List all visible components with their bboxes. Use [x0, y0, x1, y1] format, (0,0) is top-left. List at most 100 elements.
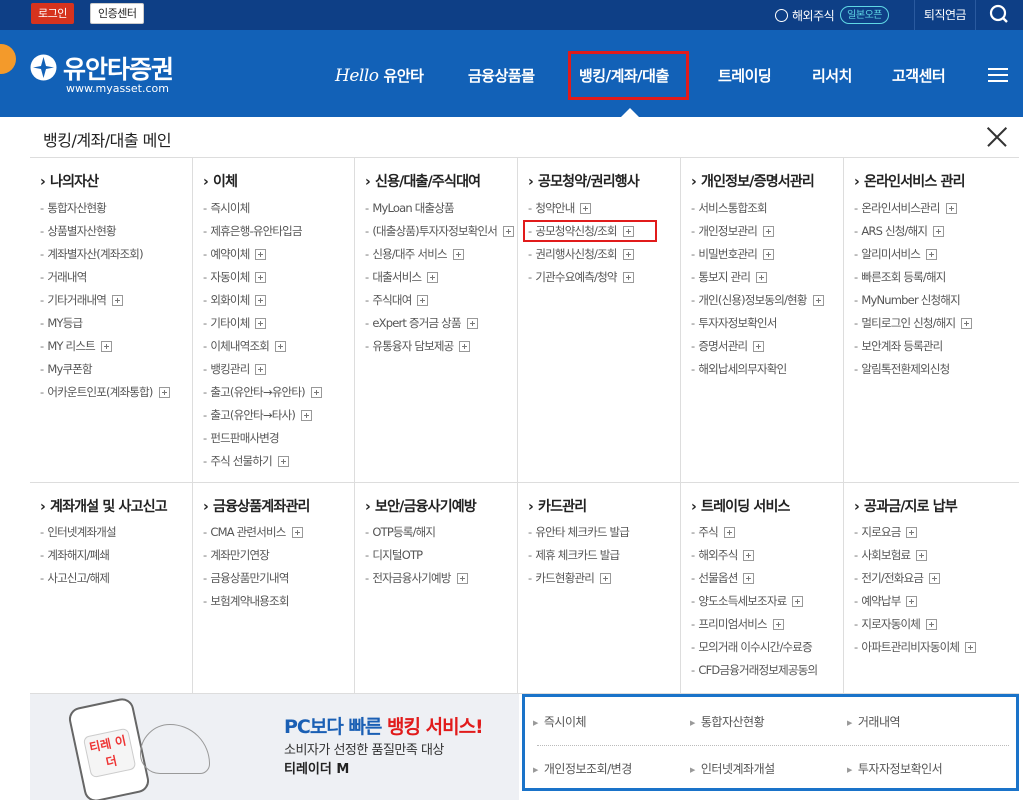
expand-plus-icon[interactable]: [580, 202, 592, 214]
menu-item[interactable]: 신용/대주 서비스: [365, 245, 464, 263]
menu-column-heading[interactable]: 계좌개설 및 사고신고: [40, 496, 168, 516]
expand-plus-icon[interactable]: [417, 294, 429, 306]
expand-plus-icon[interactable]: [310, 386, 322, 398]
quick-link-personal-info[interactable]: 개인정보조회/변경: [533, 760, 632, 777]
expand-plus-icon[interactable]: [753, 340, 765, 352]
menu-item[interactable]: 알림톡전환제외신청: [854, 360, 950, 378]
expand-plus-icon[interactable]: [723, 526, 735, 538]
menu-item[interactable]: 권리행사신청/조회: [528, 245, 634, 263]
expand-plus-icon[interactable]: [255, 294, 267, 306]
menu-item[interactable]: 자동이체: [203, 268, 267, 286]
menu-item[interactable]: 주식대여: [365, 291, 429, 309]
expand-plus-icon[interactable]: [100, 340, 112, 352]
menu-item[interactable]: 외화이체: [203, 291, 267, 309]
menu-column-heading[interactable]: 나의자산: [40, 171, 99, 191]
menu-item[interactable]: 뱅킹관리: [203, 360, 267, 378]
quick-link-transfer[interactable]: 즉시이체: [533, 713, 587, 730]
menu-item[interactable]: 통보지 관리: [691, 268, 768, 286]
menu-item[interactable]: 제휴은행-유안타입금: [203, 222, 302, 240]
menu-item[interactable]: 사회보험료: [854, 546, 928, 564]
overseas-stock-link[interactable]: 해외주식 일본오픈: [775, 4, 889, 26]
menu-column-heading[interactable]: 신용/대출/주식대여: [365, 171, 481, 191]
close-icon[interactable]: [986, 126, 1008, 148]
menu-item[interactable]: 주식 선물하기: [203, 452, 289, 470]
menu-item[interactable]: 주식: [691, 523, 735, 541]
menu-item[interactable]: CFD금융거래정보제공동의: [691, 661, 818, 679]
expand-plus-icon[interactable]: [622, 248, 634, 260]
menu-item[interactable]: 대출서비스: [365, 268, 439, 286]
menu-item[interactable]: 양도소득세보조자료: [691, 592, 804, 610]
expand-plus-icon[interactable]: [933, 225, 945, 237]
menu-item[interactable]: CMA 관련서비스: [203, 523, 303, 541]
menu-item[interactable]: (대출상품)투자자정보확인서: [365, 222, 515, 240]
quick-link-assets[interactable]: 통합자산현황: [690, 713, 765, 730]
menu-item[interactable]: MyNumber 신청해지: [854, 291, 960, 309]
menu-item[interactable]: 비밀번호관리: [691, 245, 775, 263]
quick-link-investor-info[interactable]: 투자자정보확인서: [847, 760, 943, 777]
nav-research[interactable]: 리서치: [812, 65, 852, 86]
quick-link-open-account[interactable]: 인터넷계좌개설: [690, 760, 775, 777]
menu-item[interactable]: 제휴 체크카드 발급: [528, 546, 620, 564]
expand-plus-icon[interactable]: [906, 526, 918, 538]
expand-plus-icon[interactable]: [743, 549, 755, 561]
menu-column-heading[interactable]: 트레이딩 서비스: [691, 496, 790, 516]
menu-item[interactable]: 개인정보관리: [691, 222, 775, 240]
menu-item[interactable]: 계좌해지/폐쇄: [40, 546, 110, 564]
panel-title[interactable]: 뱅킹/계좌/대출 메인: [43, 127, 172, 151]
menu-item[interactable]: 보험계약내용조회: [203, 592, 289, 610]
expand-plus-icon[interactable]: [466, 317, 478, 329]
menu-item[interactable]: 인터넷계좌개설: [40, 523, 116, 541]
expand-plus-icon[interactable]: [929, 572, 941, 584]
hamburger-menu-icon[interactable]: [988, 68, 1008, 82]
menu-item[interactable]: 계좌만기연장: [203, 546, 269, 564]
search-button[interactable]: [976, 0, 1023, 30]
nav-trading[interactable]: 트레이딩: [718, 65, 772, 86]
menu-item[interactable]: 통합자산현황: [40, 199, 106, 217]
menu-item[interactable]: 해외납세의무자확인: [691, 360, 787, 378]
expand-plus-icon[interactable]: [255, 248, 267, 260]
menu-item[interactable]: 유통융자 담보제공: [365, 337, 471, 355]
menu-item[interactable]: 디지털OTP: [365, 546, 423, 564]
menu-item[interactable]: 금융상품만기내역: [203, 569, 289, 587]
promo-banner[interactable]: 티레 이더 PC보다 빠른 뱅킹 서비스! 소비자가 선정한 품질만족 대상 티…: [30, 694, 519, 800]
menu-item[interactable]: My쿠폰함: [40, 360, 92, 378]
menu-item[interactable]: 개인(신용)정보동의/현황: [691, 291, 824, 309]
cert-center-button[interactable]: 인증센터: [90, 3, 145, 24]
expand-plus-icon[interactable]: [459, 340, 471, 352]
menu-item[interactable]: 예약이체: [203, 245, 267, 263]
expand-plus-icon[interactable]: [158, 386, 170, 398]
menu-item[interactable]: 빠른조회 등록/해지: [854, 268, 946, 286]
expand-plus-icon[interactable]: [763, 248, 775, 260]
menu-item[interactable]: 기타거래내역: [40, 291, 124, 309]
expand-plus-icon[interactable]: [961, 317, 973, 329]
quick-link-history[interactable]: 거래내역: [847, 713, 901, 730]
expand-plus-icon[interactable]: [277, 455, 289, 467]
menu-item[interactable]: 멀티로그인 신청/해지: [854, 314, 973, 332]
menu-item[interactable]: MY등급: [40, 314, 83, 332]
menu-column-heading[interactable]: 이체: [203, 171, 238, 191]
expand-plus-icon[interactable]: [255, 363, 267, 375]
nav-customer-center[interactable]: 고객센터: [892, 65, 946, 86]
menu-item[interactable]: 사고신고/해제: [40, 569, 110, 587]
menu-item[interactable]: 서비스통합조회: [691, 199, 767, 217]
retirement-pension-link[interactable]: 퇴직연금: [914, 0, 976, 30]
expand-plus-icon[interactable]: [291, 526, 303, 538]
menu-column-heading[interactable]: 공모청약/권리행사: [528, 171, 640, 191]
menu-item[interactable]: 펀드판매사변경: [203, 429, 279, 447]
menu-column-heading[interactable]: 금융상품계좌관리: [203, 496, 310, 516]
menu-item[interactable]: 기타이체: [203, 314, 267, 332]
expand-plus-icon[interactable]: [756, 271, 768, 283]
expand-plus-icon[interactable]: [503, 225, 515, 237]
expand-plus-icon[interactable]: [926, 618, 938, 630]
menu-item[interactable]: 출고(유안타→유안타): [203, 383, 322, 401]
menu-item[interactable]: OTP등록/해지: [365, 523, 436, 541]
menu-item[interactable]: 기관수요예측/청약: [528, 268, 634, 286]
expand-plus-icon[interactable]: [926, 248, 938, 260]
menu-item[interactable]: 전기/전화요금: [854, 569, 941, 587]
menu-item[interactable]: MY 리스트: [40, 337, 112, 355]
menu-item[interactable]: 거래내역: [40, 268, 87, 286]
menu-item[interactable]: 청약안내: [528, 199, 592, 217]
expand-plus-icon[interactable]: [763, 225, 775, 237]
menu-item[interactable]: 유안타 체크카드 발급: [528, 523, 630, 541]
menu-item[interactable]: 전자금융사기예방: [365, 569, 468, 587]
